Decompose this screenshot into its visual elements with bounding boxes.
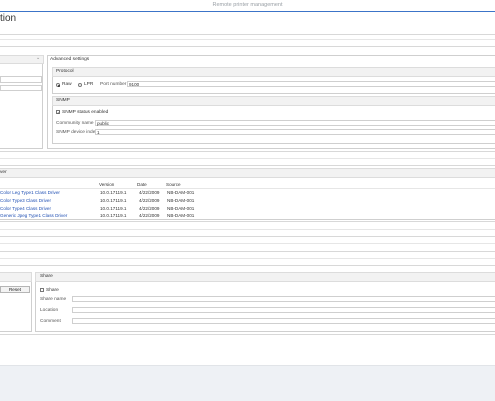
driver-source: NB-DAM-001 (167, 206, 195, 211)
comment-input[interactable] (72, 318, 495, 324)
separator (0, 46, 495, 47)
driver-name: Color Type4 Class Driver (0, 206, 51, 211)
separator (0, 151, 495, 152)
separator (0, 39, 495, 40)
driver-version: 10.0.17119.1 (100, 213, 127, 218)
separator (0, 265, 495, 266)
driver-name: Color Leg Type1 Class Driver (0, 190, 60, 195)
driver-name: Color Type3 Class Driver (0, 198, 51, 203)
port-number-label: Port number (100, 82, 127, 87)
column-header-source[interactable]: Source (166, 182, 181, 187)
header-divider (0, 188, 495, 189)
raw-radio[interactable] (56, 83, 60, 87)
driver-date: 4/22/2009 (139, 206, 160, 211)
lpr-radio[interactable] (78, 83, 82, 87)
location-input[interactable] (72, 307, 495, 313)
driver-source: NB-DAM-001 (167, 190, 195, 195)
location-label: Location (40, 308, 59, 313)
driver-version: 10.0.17119.1 (100, 198, 127, 203)
share-checkbox[interactable] (40, 288, 44, 292)
driver-date: 4/22/2009 (139, 198, 160, 203)
separator (0, 243, 495, 244)
protocol-header (52, 67, 495, 77)
port-number-input[interactable]: 9100 (127, 81, 495, 87)
reset-button[interactable]: Reset (0, 286, 30, 293)
column-header-version[interactable]: Version (99, 182, 114, 187)
snmp-device-index-label: SNMP device index (56, 130, 98, 135)
separator (0, 158, 495, 159)
lpr-label: LPR (84, 82, 94, 87)
driver-source: NB-DAM-001 (167, 213, 195, 218)
separator (0, 334, 495, 335)
share-name-label: Share name (40, 297, 67, 302)
driver-section-header (0, 168, 495, 178)
separator (0, 236, 495, 237)
column-header-date[interactable]: Date (137, 182, 147, 187)
left-field[interactable] (0, 76, 42, 83)
table-row[interactable]: Color Type3 Class Driver 10.0.17119.1 4/… (0, 198, 495, 205)
share-checkbox-label: Share (46, 288, 59, 293)
snmp-status-label: SNMP status enabled (62, 110, 109, 115)
share-name-input[interactable] (72, 296, 495, 302)
share-title: Share (40, 274, 53, 279)
driver-name: Generic Jpeg Type1 Class Driver (0, 213, 68, 218)
separator (0, 258, 495, 259)
driver-version: 10.0.17119.1 (100, 190, 127, 195)
page-title: tion (0, 13, 17, 24)
driver-version: 10.0.17119.1 (100, 206, 127, 211)
community-name-input[interactable]: public (95, 120, 495, 126)
snmp-header (52, 96, 495, 106)
left-field[interactable] (0, 85, 42, 91)
separator (0, 34, 495, 35)
separator (0, 221, 495, 222)
table-row[interactable]: Color Type4 Class Driver 10.0.17119.1 4/… (0, 206, 495, 213)
driver-date: 4/22/2009 (139, 213, 160, 218)
advanced-settings-title: Advanced settings (50, 57, 90, 62)
driver-date: 4/22/2009 (139, 190, 160, 195)
driver-section-title: ver (0, 170, 7, 175)
snmp-status-checkbox[interactable]: ✓ (56, 110, 60, 115)
comment-label: Comment (40, 319, 61, 324)
share-header (35, 272, 495, 282)
table-row[interactable]: Color Leg Type1 Class Driver 10.0.17119.… (0, 190, 495, 197)
table-row[interactable]: Generic Jpeg Type1 Class Driver 10.0.171… (0, 213, 495, 218)
separator (0, 251, 495, 252)
chevron-down-icon[interactable]: ⌄ (36, 55, 40, 61)
driver-source: NB-DAM-001 (167, 198, 195, 203)
left-bottom-header (0, 272, 32, 282)
separator (0, 165, 495, 166)
left-panel (0, 55, 43, 149)
community-name-label: Community name (56, 121, 94, 126)
snmp-title: SNMP (56, 98, 70, 103)
footer-bar (0, 365, 495, 401)
protocol-title: Protocol (56, 69, 74, 74)
window-title: Remote printer management (212, 2, 283, 8)
snmp-device-index-input[interactable]: 1 (95, 129, 495, 135)
separator (0, 229, 495, 230)
raw-label: Raw (62, 82, 72, 87)
